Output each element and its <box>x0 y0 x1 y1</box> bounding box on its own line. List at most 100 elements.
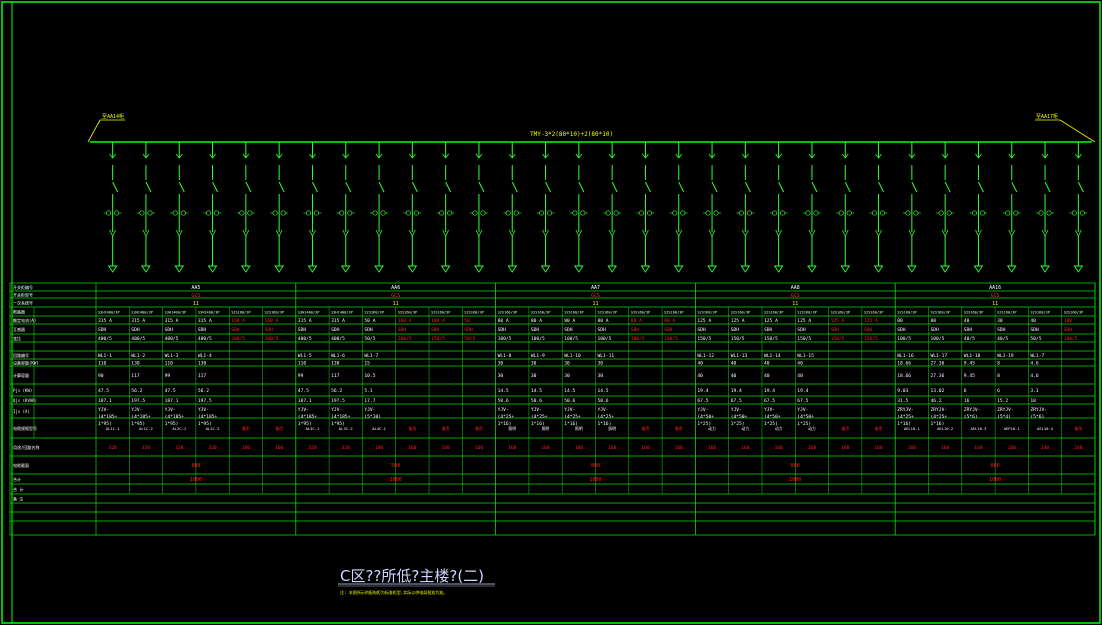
panel-total: 800 <box>791 463 800 469</box>
cell-pjs: 40 <box>697 373 703 379</box>
panel-id: AA7 <box>591 285 600 291</box>
cell-ratio: 40/5 <box>964 336 975 342</box>
cell-ratio: 50/5 <box>464 336 475 342</box>
cell-breaker: S2S160/3P <box>531 310 550 314</box>
cell-breaker: S2S160/3P <box>931 310 950 314</box>
ct-coil <box>305 210 312 216</box>
row-label: 备 注 <box>13 495 23 501</box>
cell-ratio: 400/5 <box>198 336 212 342</box>
cell-no: WL1-12 <box>697 353 714 359</box>
cell-rating: 125 A <box>864 318 878 324</box>
ct-coil <box>879 210 886 216</box>
cell-length: 320 <box>208 445 217 451</box>
ct-coil <box>871 210 878 216</box>
cell-ct: SDH <box>697 327 706 333</box>
cell-ratio: 100/5 <box>598 336 612 342</box>
load-arrow-icon <box>1073 265 1084 273</box>
cell-ratio: 50/5 <box>1030 336 1041 342</box>
ct-coil <box>605 210 611 216</box>
row-label: Qjs (KVAR) <box>13 398 37 403</box>
breaker-blade <box>545 181 551 193</box>
cell-ct: SDH <box>98 327 107 333</box>
cell-cable: YJV-(4*185+ 1*95) <box>98 407 118 427</box>
row-label: 合计 <box>13 476 21 482</box>
cell-qjs: 47.5 <box>98 388 109 394</box>
cell-ct: SDH <box>498 327 507 333</box>
load-arrow-icon <box>307 265 318 273</box>
cell-rating: 315 A <box>298 318 312 324</box>
panel-type: GCS <box>391 293 400 299</box>
load-arrow-icon <box>574 265 584 273</box>
cell-length: 160 <box>908 445 917 451</box>
cell-ct: SDH <box>1030 327 1039 333</box>
cell-use: 备用 <box>475 426 483 431</box>
cell-qjs: 14.5 <box>531 388 542 394</box>
ct-coil <box>172 210 178 216</box>
cell-use: 动力 <box>775 426 783 431</box>
cell-use: AEP10-1 <box>1004 426 1021 431</box>
cell-kw: 130 <box>131 360 140 366</box>
cell-qjs: 6 <box>964 388 967 394</box>
load-arrow-icon <box>773 265 784 273</box>
cell-pjs: 9.45 <box>964 373 975 379</box>
panel-sum: 1000 <box>190 477 202 483</box>
cell-kw: 130 <box>331 360 340 366</box>
cell-use: AL2C-2 <box>206 426 220 431</box>
ct-coil <box>680 210 686 216</box>
breaker-blade <box>378 181 385 193</box>
breaker-blade <box>711 181 718 193</box>
cell-kw: 40 <box>697 360 703 366</box>
cell-ijs: 50.6 <box>531 398 542 404</box>
row-label: Pjs (KW) <box>13 388 32 393</box>
cell-length: 160 <box>641 445 650 451</box>
cell-no: WL1-16 <box>897 353 914 359</box>
cell-ratio: 40/5 <box>997 336 1008 342</box>
load-arrow-icon <box>740 265 751 273</box>
cell-ct: SDH <box>864 327 873 333</box>
panel-id: AA8 <box>791 285 800 291</box>
ct-coil <box>905 210 911 216</box>
cell-pjs: 99 <box>298 373 304 379</box>
cell-length: 160 <box>708 445 717 451</box>
panel-id: AA6 <box>391 285 400 291</box>
panel-system-no: 11 <box>393 301 399 307</box>
cell-cable: ZRYJV-(4*25+ 1*16) <box>931 407 948 427</box>
ct-coil <box>813 210 819 216</box>
cell-pjs: 99 <box>165 373 171 379</box>
breaker-blade <box>178 181 185 193</box>
row-label: 额定电流(A) <box>13 317 36 323</box>
cell-cable: YJV-(4*50+ 1*25) <box>764 407 781 427</box>
ct-coil <box>247 210 253 216</box>
single-line-diagram: TMY-3*2(80*10)+2(80*10) 至AA14柜 至AA17柜开关柜编号… <box>1 1 1101 624</box>
ct-coil <box>613 210 619 216</box>
cell-breaker: S2S160/3P <box>231 310 250 314</box>
panel-id: AA5 <box>191 285 200 291</box>
cell-use: 备用 <box>841 426 849 431</box>
cell-cable: YJV-(4*185+ 1*95) <box>298 407 318 427</box>
cell-ct: SDH <box>531 327 540 333</box>
cell-ratio: 150/5 <box>697 336 711 342</box>
cell-ct: SDH <box>997 327 1006 333</box>
cell-cable: YJV-(4*185+ 1*95) <box>165 407 185 427</box>
cell-ijs: 187.1 <box>298 398 312 404</box>
cell-pjs: 30 <box>498 373 504 379</box>
breaker-blade <box>1044 181 1051 193</box>
ct-coil <box>280 210 286 216</box>
cell-ct: SDH <box>797 327 806 333</box>
row-label: 回路编号 <box>13 352 29 358</box>
cell-pjs: 40 <box>764 373 770 379</box>
breaker-blade <box>744 181 751 193</box>
cell-kw: 9.45 <box>964 360 975 366</box>
cell-use: AL3C-2 <box>339 426 353 431</box>
ct-coil <box>1079 210 1085 216</box>
cell-use: 动力 <box>742 426 750 431</box>
ct-coil <box>846 210 852 216</box>
load-arrow-icon <box>241 265 251 273</box>
cell-ct: SDH <box>431 327 440 333</box>
cell-breaker: S2S160/3P <box>697 310 716 314</box>
cell-cable: YJV-(4*25+ 1*16) <box>498 407 515 427</box>
cell-rating: 40 <box>964 318 970 324</box>
cell-cable: YJV-(4*50+ 1*25) <box>731 407 748 427</box>
load-arrow-icon <box>607 265 617 273</box>
cell-ratio: 400/5 <box>98 336 112 342</box>
